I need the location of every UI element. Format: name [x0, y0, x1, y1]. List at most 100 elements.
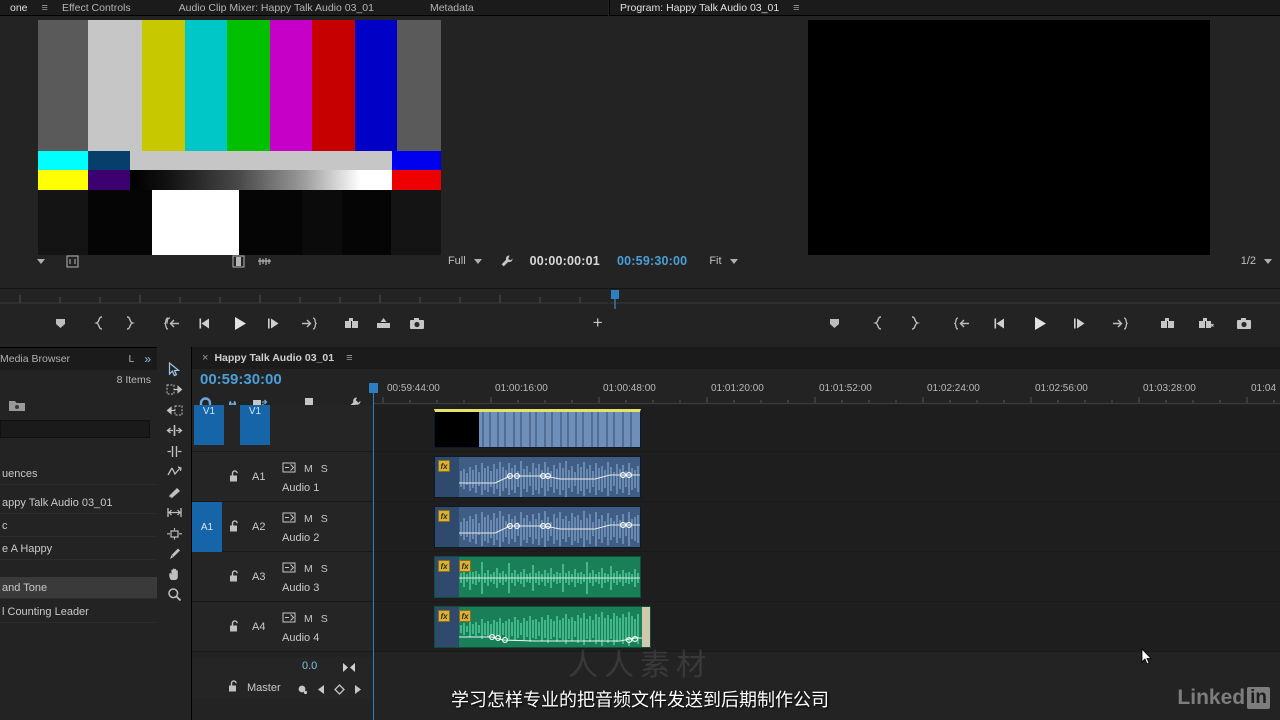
list-item[interactable]: and Tone: [0, 577, 157, 599]
track-target-v1[interactable]: V1: [240, 405, 270, 445]
source-split-view-icon[interactable]: [226, 250, 252, 272]
tab-media-browser[interactable]: Media Browser: [0, 353, 70, 365]
chevron-double-right-icon[interactable]: »: [144, 352, 151, 366]
program-go-to-out-button[interactable]: [1107, 312, 1133, 334]
program-export-frame-button[interactable]: [1231, 312, 1257, 334]
track-header-v1[interactable]: V1 V1: [192, 405, 373, 452]
source-settings-wrench-icon[interactable]: [494, 250, 520, 272]
track-header-a1[interactable]: A1 M S Audio 1: [192, 452, 373, 502]
close-x-icon[interactable]: ×: [192, 352, 214, 364]
lock-open-icon[interactable]: [229, 620, 240, 638]
track-content-a4[interactable]: fx fx: [373, 602, 1280, 652]
track-select-backward-tool[interactable]: [162, 400, 186, 421]
meter-icon[interactable]: [342, 660, 356, 678]
lock-open-icon[interactable]: [229, 520, 240, 538]
source-insert-button[interactable]: [341, 312, 362, 334]
rate-stretch-tool[interactable]: [162, 462, 186, 483]
lock-open-icon[interactable]: [229, 570, 240, 588]
program-play-button[interactable]: [1027, 312, 1053, 334]
track-name-a2[interactable]: A2: [252, 521, 265, 533]
ripple-edit-tool[interactable]: [162, 421, 186, 442]
project-search-input[interactable]: [0, 420, 150, 438]
source-step-forward-button[interactable]: [264, 312, 285, 334]
source-go-to-in-button[interactable]: [162, 312, 183, 334]
timeline-panel-menu-icon[interactable]: ≡: [342, 352, 356, 364]
list-item[interactable]: c: [0, 515, 157, 537]
track-content-a1[interactable]: fx: [373, 452, 1280, 502]
track-header-a3[interactable]: A3 M S Audio 3: [192, 552, 373, 602]
track-content-a3[interactable]: fx fx: [373, 552, 1280, 602]
program-lift-button[interactable]: [1155, 312, 1181, 334]
tab-effect-controls[interactable]: Effect Controls: [52, 0, 141, 16]
program-timecode[interactable]: 00:59:30:00: [617, 254, 687, 268]
solo-button-a3[interactable]: S: [321, 563, 328, 575]
video-clip[interactable]: [434, 409, 641, 448]
timeline-ruler[interactable]: 00:59:44:00 01:00:16:00 01:00:48:00 01:0…: [373, 383, 1280, 405]
panel-menu-icon[interactable]: ≡: [38, 2, 52, 14]
new-bin-icon[interactable]: [8, 398, 26, 417]
track-sync-v1[interactable]: V1: [194, 405, 224, 445]
program-fit-dropdown[interactable]: Fit: [709, 255, 738, 267]
tab-metadata[interactable]: Metadata: [420, 0, 484, 16]
list-item[interactable]: appy Talk Audio 03_01: [0, 492, 157, 514]
source-settings-caret-icon[interactable]: [28, 250, 54, 272]
track-name-a3[interactable]: A3: [252, 571, 265, 583]
program-add-marker-button[interactable]: [821, 312, 847, 334]
source-multicam-icon[interactable]: [252, 250, 278, 272]
timeline-sequence-name[interactable]: Happy Talk Audio 03_01: [214, 352, 334, 364]
audio-clip[interactable]: fx fx: [434, 556, 641, 598]
tab-audio-clip-mixer[interactable]: Audio Clip Mixer: Happy Talk Audio 03_01: [169, 0, 384, 16]
track-name-a1[interactable]: A1: [252, 471, 265, 483]
pen-tool[interactable]: [162, 544, 186, 565]
lock-open-icon[interactable]: [229, 470, 240, 488]
source-overwrite-button[interactable]: [374, 312, 395, 334]
program-step-forward-button[interactable]: [1067, 312, 1093, 334]
track-content-a2[interactable]: fx: [373, 502, 1280, 552]
program-panel-menu-icon[interactable]: ≡: [789, 2, 803, 14]
playhead-handle[interactable]: [369, 383, 378, 393]
slide-tool[interactable]: [162, 523, 186, 544]
solo-button-a4[interactable]: S: [321, 613, 328, 625]
master-value[interactable]: 0.0: [302, 660, 317, 672]
speaker-icon[interactable]: [282, 510, 296, 528]
source-button-editor-button[interactable]: +: [587, 312, 608, 334]
audio-clip[interactable]: fx: [434, 506, 641, 548]
mute-button-a2[interactable]: M: [304, 513, 313, 525]
program-step-back-button[interactable]: [987, 312, 1013, 334]
audio-clip[interactable]: fx: [434, 456, 641, 498]
track-content-v1[interactable]: [373, 405, 1280, 452]
program-mark-out-button[interactable]: [901, 312, 927, 334]
mute-button-a3[interactable]: M: [304, 563, 313, 575]
solo-button-a2[interactable]: S: [321, 513, 328, 525]
program-extract-button[interactable]: [1193, 312, 1219, 334]
slip-tool[interactable]: [162, 503, 186, 524]
list-item[interactable]: l Counting Leader: [0, 601, 157, 623]
source-play-button[interactable]: [229, 312, 250, 334]
magnifier-icon[interactable]: [162, 585, 186, 606]
rolling-edit-tool[interactable]: [162, 441, 186, 462]
source-frame-icon[interactable]: [60, 250, 86, 272]
list-item[interactable]: e A Happy: [0, 538, 157, 560]
tab-source[interactable]: one: [0, 0, 38, 16]
list-item[interactable]: uences: [0, 463, 157, 485]
track-select-forward-tool[interactable]: [162, 380, 186, 401]
source-timecode[interactable]: 00:00:00:01: [530, 254, 600, 268]
selection-tool[interactable]: [162, 359, 186, 380]
timeline-playhead-timecode[interactable]: 00:59:30:00: [200, 371, 282, 388]
timeline-playhead[interactable]: [369, 383, 378, 720]
program-mark-in-button[interactable]: [865, 312, 891, 334]
source-step-back-button[interactable]: [195, 312, 216, 334]
program-go-to-in-button[interactable]: [949, 312, 975, 334]
source-add-marker-button[interactable]: [50, 312, 71, 334]
razor-tool[interactable]: [162, 482, 186, 503]
source-go-to-out-button[interactable]: [299, 312, 320, 334]
track-target-a2[interactable]: A1: [192, 502, 222, 552]
mute-button-a1[interactable]: M: [304, 463, 313, 475]
speaker-icon[interactable]: [282, 610, 296, 628]
mute-button-a4[interactable]: M: [304, 613, 313, 625]
tab-program[interactable]: Program: Happy Talk Audio 03_01: [610, 0, 789, 16]
source-fit-dropdown[interactable]: Full: [448, 255, 482, 267]
program-resolution-dropdown[interactable]: 1/2: [1241, 255, 1272, 267]
solo-button-a1[interactable]: S: [321, 463, 328, 475]
speaker-icon[interactable]: [282, 560, 296, 578]
